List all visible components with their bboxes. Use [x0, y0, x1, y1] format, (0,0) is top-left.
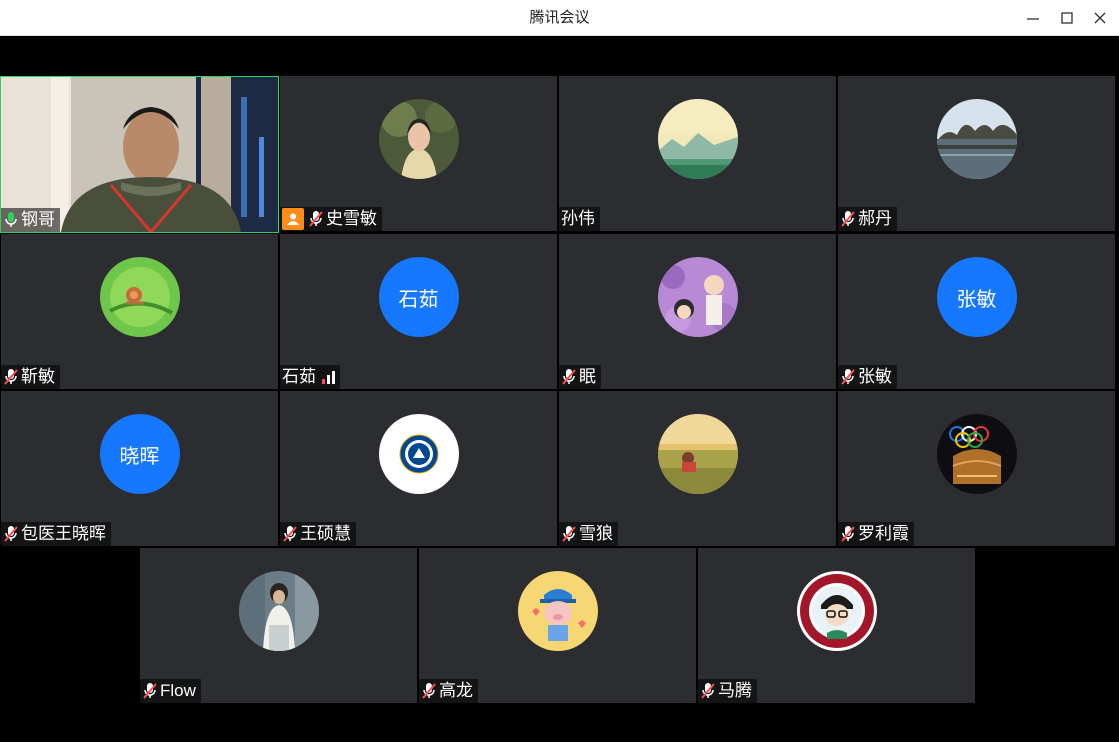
avatar-initials: 张敏 — [936, 257, 1017, 337]
avatar-olympic-rings-stadium — [936, 414, 1017, 494]
avatar-initials: 晓晖 — [99, 414, 180, 494]
avatar-initials: 石茹 — [378, 257, 459, 337]
mic-muted-icon[interactable] — [308, 210, 324, 228]
participant-tile[interactable]: 张敏 张敏 — [838, 234, 1115, 389]
avatar-cartoon-hydrangea — [657, 257, 738, 337]
mic-muted-icon[interactable] — [840, 368, 856, 386]
participant-name: 雪狼 — [579, 524, 613, 543]
signal-strength-icon — [322, 370, 335, 384]
avatar-green-snail — [99, 257, 180, 337]
participant-tile[interactable]: 王硕慧 — [280, 391, 557, 546]
title-bar: 腾讯会议 — [0, 0, 1119, 36]
participant-name: 孙伟 — [561, 209, 595, 228]
participant-tile[interactable]: 郝丹 — [838, 76, 1115, 231]
mic-muted-icon[interactable] — [421, 682, 437, 700]
participant-name: 郝丹 — [858, 209, 892, 228]
window-title: 腾讯会议 — [529, 9, 590, 26]
participant-name: 钢哥 — [21, 210, 55, 229]
avatar-lake-trees — [936, 99, 1017, 179]
participant-name-bar: 包医王晓晖 — [1, 522, 111, 546]
participant-name: 王硕慧 — [300, 524, 351, 543]
mic-active-icon[interactable] — [3, 211, 19, 229]
participant-tile[interactable]: 钢哥 — [0, 76, 279, 233]
mic-muted-icon[interactable] — [142, 682, 158, 700]
video-grid: 钢哥 史雪敏 孙伟 郝丹 靳敏 石茹 石茹 眠 张敏 张敏 晓晖 包医王晓晖 王… — [0, 36, 1119, 742]
participant-name-bar: 雪狼 — [559, 522, 618, 546]
avatar-peking-university-badge — [796, 571, 877, 651]
minimize-icon — [1027, 18, 1039, 20]
participant-tile[interactable]: Flow — [140, 548, 417, 703]
participant-name-bar: 张敏 — [838, 365, 897, 389]
mic-muted-icon[interactable] — [840, 210, 856, 228]
participant-tile[interactable]: 靳敏 — [1, 234, 278, 389]
participant-name-bar: 钢哥 — [1, 208, 60, 232]
participant-tile[interactable]: 史雪敏 — [280, 76, 557, 231]
participant-name-bar: Flow — [140, 679, 201, 703]
mic-muted-icon[interactable] — [561, 368, 577, 386]
maximize-icon — [1061, 12, 1073, 24]
participant-tile[interactable]: 罗利霞 — [838, 391, 1115, 546]
participant-name-bar: 眠 — [559, 365, 601, 389]
participant-name-bar: 马腾 — [698, 679, 757, 703]
avatar-photo-person — [238, 571, 319, 651]
participant-name-bar: 郝丹 — [838, 207, 897, 231]
mic-muted-icon[interactable] — [700, 682, 716, 700]
participant-name: 马腾 — [718, 681, 752, 700]
minimize-button[interactable] — [1018, 5, 1048, 31]
participant-name: Flow — [160, 681, 196, 700]
participant-name-bar: 王硕慧 — [280, 522, 356, 546]
avatar-chelsea-badge — [378, 414, 459, 494]
participant-name: 靳敏 — [21, 367, 55, 386]
participant-name-bar: 史雪敏 — [280, 207, 382, 231]
host-badge-icon — [282, 208, 304, 230]
participant-name: 石茹 — [282, 367, 316, 386]
mic-muted-icon[interactable] — [840, 525, 856, 543]
avatar-landscape-mountains — [657, 99, 738, 179]
avatar-cartoon-pig — [517, 571, 598, 651]
participant-name: 眠 — [579, 367, 596, 386]
participant-tile[interactable]: 雪狼 — [559, 391, 836, 546]
mic-muted-icon[interactable] — [3, 525, 19, 543]
participant-name: 罗利霞 — [858, 524, 909, 543]
participant-name-bar: 石茹 — [280, 365, 340, 389]
close-button[interactable] — [1085, 5, 1115, 31]
participant-name-bar: 靳敏 — [1, 365, 60, 389]
participant-tile[interactable]: 孙伟 — [559, 76, 836, 231]
participant-tile[interactable]: 眠 — [559, 234, 836, 389]
participant-tile[interactable]: 石茹 石茹 — [280, 234, 557, 389]
participant-name: 高龙 — [439, 681, 473, 700]
maximize-button[interactable] — [1052, 5, 1082, 31]
close-icon — [1094, 12, 1106, 24]
participant-name: 张敏 — [858, 367, 892, 386]
participant-tile[interactable]: 马腾 — [698, 548, 975, 703]
mic-muted-icon[interactable] — [282, 525, 298, 543]
mic-muted-icon[interactable] — [561, 525, 577, 543]
avatar-grassland-photo — [657, 414, 738, 494]
participant-name: 包医王晓晖 — [21, 524, 106, 543]
participant-name-bar: 高龙 — [419, 679, 478, 703]
avatar-photo-woman — [378, 99, 459, 179]
participant-name-bar: 孙伟 — [559, 207, 600, 231]
mic-muted-icon[interactable] — [3, 368, 19, 386]
participant-tile[interactable]: 晓晖 包医王晓晖 — [1, 391, 278, 546]
participant-tile[interactable]: 高龙 — [419, 548, 696, 703]
participant-name-bar: 罗利霞 — [838, 522, 914, 546]
participant-name: 史雪敏 — [326, 209, 377, 228]
